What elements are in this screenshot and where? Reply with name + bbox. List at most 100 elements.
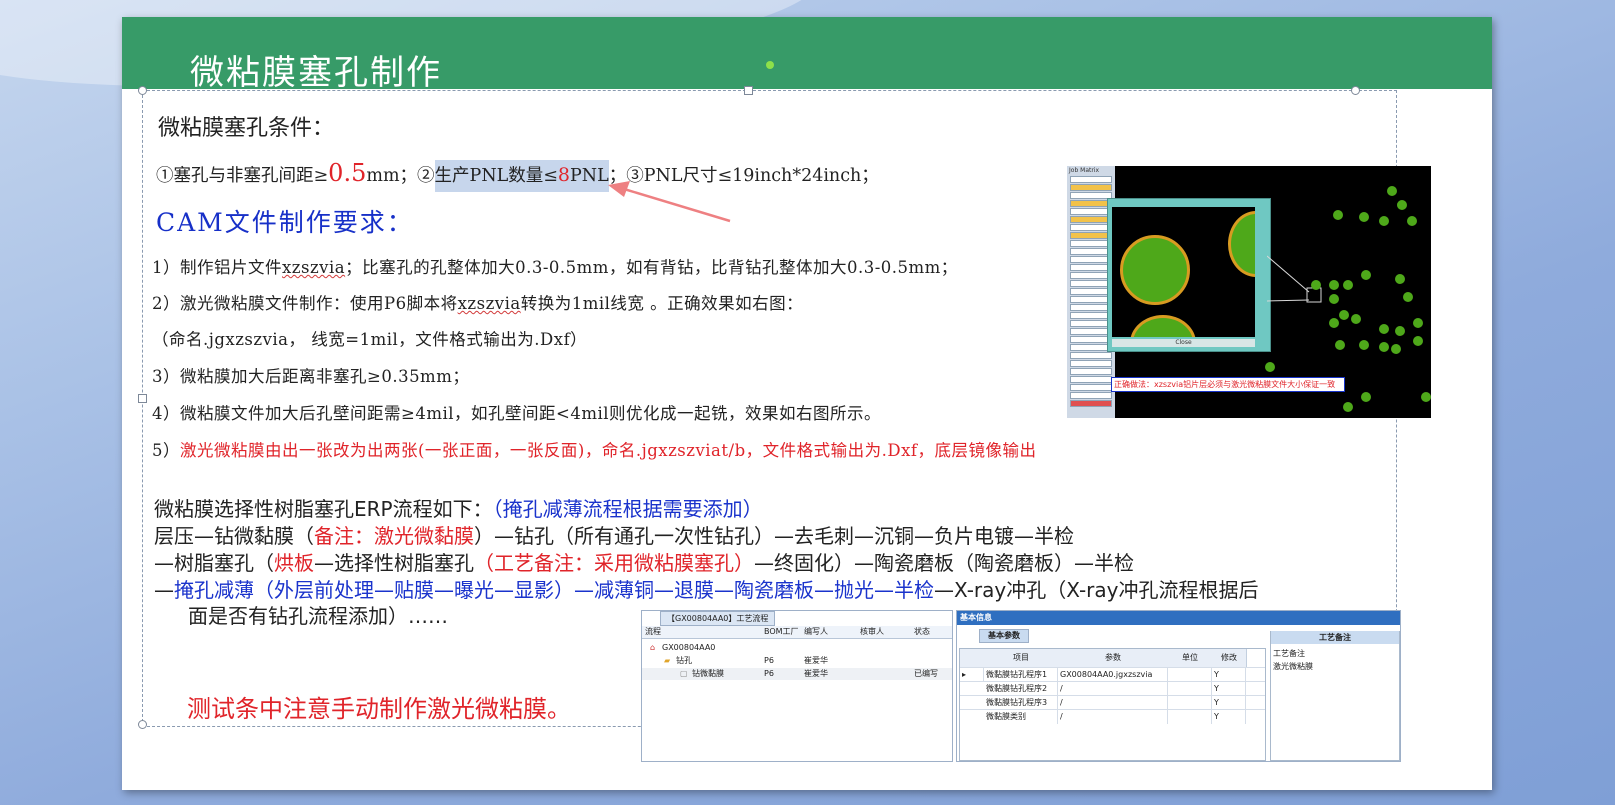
col-process: 流程: [645, 627, 661, 636]
grid-col-param: 参数: [1058, 649, 1169, 667]
process-note-value[interactable]: 激光微粘膜: [1273, 661, 1313, 672]
resize-handle-t[interactable]: [744, 86, 753, 95]
flow-2-c: —终固化）—陶瓷磨板（陶瓷磨板）—半检: [754, 551, 1134, 575]
flow-3-a: —: [154, 578, 174, 602]
requirement-2-file: xzszvia: [457, 294, 521, 313]
zoom-lines: [1267, 255, 1322, 303]
grid-cell-edit: Y: [1212, 668, 1246, 682]
grid-cell-param[interactable]: /: [1058, 682, 1168, 696]
title-bar: 微粘膜塞孔制作: [122, 17, 1492, 93]
slide[interactable]: 微粘膜塞孔制作 微粘膜塞孔条件： ①塞孔与非塞孔间距≥0.5mm；②生产PNL数…: [122, 17, 1492, 790]
requirement-2-text: 2）激光微粘膜文件制作：使用P6脚本将: [152, 294, 458, 313]
resize-handle-l[interactable]: [138, 394, 147, 403]
process-tab[interactable]: 【GX00804AA0】工艺流程: [660, 611, 776, 626]
grid-cell-item: 微黏膜钻孔程序1: [984, 668, 1058, 682]
requirement-5: 5）激光微粘膜由出一张改为出两张(一张正面，一张反面)，命名.jgxzszvia…: [152, 437, 1037, 461]
requirement-5-text: 激光微粘膜由出一张改为出两张(一张正面，一张反面)，命名.jgxzszviat/…: [180, 441, 1037, 460]
requirement-1-file: xzszvia: [282, 258, 346, 277]
params-grid: 项目 参数 单位 修改 ▸ 微黏膜钻孔程序1 GX00804AA0.jgxzsz…: [959, 648, 1266, 761]
rotation-handle[interactable]: [766, 61, 774, 69]
requirement-1-text: 1）制作铝片文件: [152, 258, 282, 277]
col-bom: BOM工厂: [764, 627, 799, 636]
basic-info-panel: 基本信息 基本参数 项目 参数 单位 修改 ▸ 微黏膜钻孔程序1 GX00804…: [956, 610, 1401, 762]
tree-row-writer: 崔爱华: [804, 656, 828, 665]
tree-row-factory: P6: [764, 656, 774, 665]
red-arrow: [608, 181, 731, 223]
condition-1-unit: mm；②: [366, 166, 435, 186]
col-writer: 编写人: [804, 627, 828, 636]
tree-row-name: GX00804AA0: [662, 643, 716, 652]
grid-row[interactable]: 微黏膜类别 / Y: [960, 709, 1265, 724]
pad: [1130, 315, 1196, 337]
tree-row-name: 钻微黏膜: [692, 669, 724, 678]
basic-info-title: 基本信息: [960, 613, 992, 622]
erp-flow-line-4: 面是否有钻孔流程添加）……: [188, 604, 448, 628]
grid-cell-edit: Y: [1212, 710, 1246, 724]
flow-2-a: —树脂塞孔（: [154, 551, 274, 575]
cam-screenshot: Job Matrix Close 正确做法：xzszvia铝片层必须与激光微粘膜…: [1067, 166, 1431, 418]
resize-handle-tr[interactable]: [1351, 86, 1360, 95]
grid-col-item: 项目: [984, 649, 1059, 667]
highlighted-text[interactable]: 生产PNL数量≤8PNL: [434, 160, 609, 192]
basic-info-header: 基本信息: [957, 611, 1400, 625]
zoom-window: Close: [1107, 198, 1271, 352]
tree-row-factory: P6: [764, 669, 774, 678]
resize-handle-tl[interactable]: [138, 86, 147, 95]
flow-1-b: ）—钻孔（所有通孔一次性钻孔）—去毛刺—沉铜—负片电镀—半检: [474, 524, 1074, 548]
tree-row-name: 钻孔: [676, 656, 692, 665]
process-tree-panel: 【GX00804AA0】工艺流程 流程 BOM工厂 编写人 核审人 状态 ⌂ G…: [641, 610, 953, 762]
erp-screenshot: 【GX00804AA0】工艺流程 流程 BOM工厂 编写人 核审人 状态 ⌂ G…: [641, 610, 1401, 762]
job-matrix-title: Job Matrix: [1069, 167, 1100, 174]
grid-cell-unit: [1168, 710, 1212, 724]
grid-cell-edit: Y: [1212, 682, 1246, 696]
condition-1-prefix: ①塞孔与非塞孔间距≥: [156, 166, 329, 186]
erp-flow-heading: 微粘膜选择性树脂塞孔ERP流程如下：（掩孔减薄流程根据需要添加）: [154, 493, 763, 522]
resize-handle-bl[interactable]: [138, 720, 147, 729]
grid-cell-unit: [1168, 682, 1212, 696]
grid-cell-edit: Y: [1212, 696, 1246, 710]
flow-2-red1: 烘板: [274, 551, 314, 575]
tree-row[interactable]: ▢ 钻微黏膜 P6 崔爱华 已编写: [642, 668, 952, 680]
flow-1-red: 备注：激光微黏膜: [314, 524, 474, 548]
erp-flow-heading-text: 微粘膜选择性树脂塞孔ERP流程如下：: [154, 497, 493, 521]
flow-1-a: 层压—钻微黏膜（: [154, 524, 314, 548]
condition-line: ①塞孔与非塞孔间距≥0.5mm；②生产PNL数量≤8PNL；③PNL尺寸≤19i…: [156, 159, 879, 192]
grid-row[interactable]: 微黏膜钻孔程序2 / Y: [960, 681, 1265, 696]
grid-cell-unit: [1168, 668, 1212, 682]
tree-row-writer: 崔爱华: [804, 669, 828, 678]
document-icon: ▢: [680, 669, 688, 678]
requirement-1: 1）制作铝片文件xzszvia；比塞孔的孔整体加大0.3-0.5mm，如有背钻，…: [152, 254, 958, 278]
process-note-header: 工艺备注: [1273, 649, 1305, 658]
requirement-1-text-b: ；比塞孔的孔整体加大0.3-0.5mm，如有背钻，比背钻孔整体加大0.3-0.5…: [345, 258, 958, 277]
tree-row-status: 已编写: [914, 669, 938, 678]
grid-cell-item: 微黏膜类别: [984, 710, 1058, 724]
grid-cell-param[interactable]: /: [1058, 710, 1168, 724]
erp-flow-line-2: —树脂塞孔（烘板—选择性树脂塞孔（工艺备注：采用微粘膜塞孔）—终固化）—陶瓷磨板…: [154, 547, 1134, 576]
grid-cell-item: 微黏膜钻孔程序3: [984, 696, 1058, 710]
requirement-2-note: （命名.jgxzszvia， 线宽=1mil，文件格式输出为.Dxf）: [152, 330, 588, 349]
grid-corner: [960, 649, 985, 667]
erp-flow-line-3: —掩孔减薄（外层前处理—贴膜—曝光—显影）—减薄铜—退膜—陶瓷磨板—抛光—半检—…: [154, 574, 1258, 603]
basic-params-tab[interactable]: 基本参数: [979, 629, 1029, 643]
folder-icon: ▰: [664, 656, 671, 665]
tree-row[interactable]: ⌂ GX00804AA0: [642, 642, 952, 654]
grid-cell-param[interactable]: GX00804AA0.jgxzszvia: [1058, 668, 1168, 682]
grid-col-edit: 修改: [1212, 649, 1247, 667]
flow-2-red2: （工艺备注：采用微粘膜塞孔）: [474, 551, 754, 575]
cam-note-label: 正确做法：xzszvia铝片层必须与激光微粘膜文件大小保证一致: [1111, 377, 1345, 392]
requirement-4: 4）微粘膜文件加大后孔壁间距需≥4mil，如孔壁间距<4mil则优化成一起铣，效…: [152, 404, 882, 423]
home-icon: ⌂: [650, 643, 656, 652]
bottom-note: 测试条中注意手动制作激光微粘膜。: [187, 695, 571, 723]
erp-flow-line-1: 层压—钻微黏膜（备注：激光微黏膜）—钻孔（所有通孔一次性钻孔）—去毛刺—沉铜—负…: [154, 520, 1074, 549]
condition-1-value: 0.5: [328, 159, 367, 187]
flow-3-blue: 掩孔减薄（外层前处理—贴膜—曝光—显影）—减薄铜—退膜—陶瓷磨板—抛光—半检: [174, 578, 934, 602]
col-status: 状态: [914, 627, 930, 636]
process-note-tab[interactable]: 工艺备注: [1271, 631, 1399, 644]
grid-row[interactable]: ▸ 微黏膜钻孔程序1 GX00804AA0.jgxzszvia Y: [960, 667, 1265, 682]
grid-row[interactable]: 微黏膜钻孔程序3 / Y: [960, 695, 1265, 710]
zoom-window-close[interactable]: Close: [1112, 339, 1255, 347]
tree-row[interactable]: ▰ 钻孔 P6 崔爱华: [642, 655, 952, 667]
flow-3-b: —X-ray冲孔（X-ray冲孔流程根据后: [934, 578, 1259, 602]
grid-cell-param[interactable]: /: [1058, 696, 1168, 710]
requirement-2: 2）激光微粘膜文件制作：使用P6脚本将xzszvia转换为1mil线宽 。正确效…: [152, 290, 803, 314]
